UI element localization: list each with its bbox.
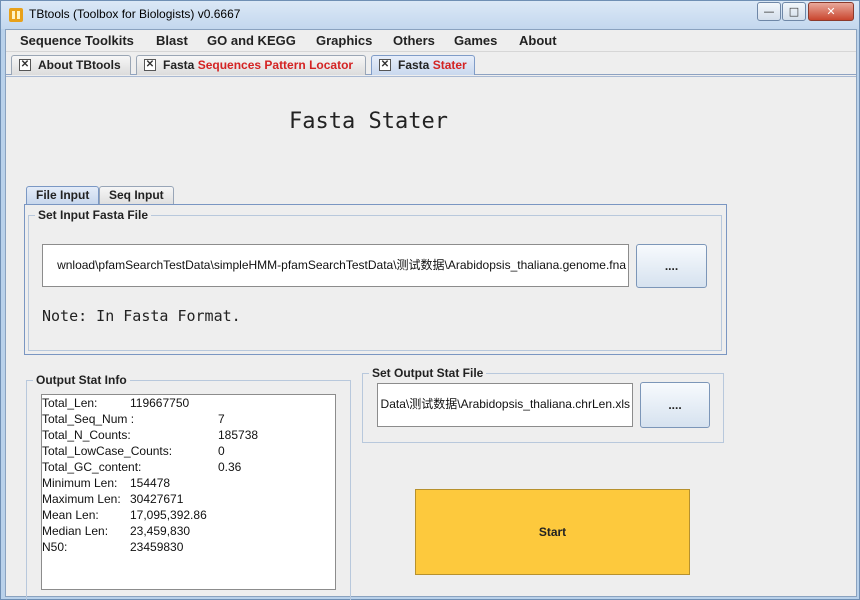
- fasta-stater-panel: Fasta Stater File Input Seq Input Set In…: [6, 76, 856, 600]
- input-fasta-group-label: Set Input Fasta File: [35, 208, 152, 222]
- tab-label: Fasta: [163, 58, 198, 72]
- stat-value: 0: [218, 444, 225, 458]
- page-title: Fasta Stater: [289, 109, 448, 134]
- tab-fasta-stater[interactable]: ✕ Fasta Stater: [371, 55, 475, 75]
- browse-output-button[interactable]: ....: [640, 382, 710, 428]
- close-window-button[interactable]: ✕: [808, 2, 854, 21]
- stat-value: 17,095,392.86: [130, 508, 207, 522]
- document-tab-strip: ✕ About TBtools ✕ Fasta Sequences Patter…: [6, 53, 856, 75]
- tab-fasta-sequences-pattern-locator[interactable]: ✕ Fasta Sequences Pattern Locator: [136, 55, 366, 75]
- maximize-button[interactable]: □: [782, 2, 806, 21]
- menu-others[interactable]: Others: [393, 33, 435, 48]
- output-stat-info-label: Output Stat Info: [33, 373, 130, 387]
- input-fasta-path-field[interactable]: wnload\pfamSearchTestData\simpleHMM-pfam…: [42, 244, 629, 287]
- title-bar[interactable]: TBtools (Toolbox for Biologists) v0.6667…: [1, 1, 859, 29]
- stat-key: Median Len:: [42, 524, 109, 538]
- stat-key: Total_N_Counts:: [42, 428, 131, 442]
- stat-row: Minimum Len: 154478: [42, 476, 332, 492]
- stat-key: Total_GC_content:: [42, 460, 142, 474]
- stat-key: N50:: [42, 540, 68, 554]
- tab-seq-input[interactable]: Seq Input: [99, 186, 174, 205]
- stat-row: Maximum Len: 30427671: [42, 492, 332, 508]
- client-area: Sequence Toolkits Blast GO and KEGG Grap…: [5, 29, 857, 600]
- stat-value: 0.36: [218, 460, 242, 474]
- tab-label: About TBtools: [38, 58, 121, 72]
- close-icon[interactable]: ✕: [379, 59, 391, 71]
- app-window: TBtools (Toolbox for Biologists) v0.6667…: [0, 0, 860, 600]
- stat-key: Total_Len:: [42, 396, 98, 410]
- menu-graphics[interactable]: Graphics: [316, 33, 372, 48]
- menu-bar: Sequence Toolkits Blast GO and KEGG Grap…: [6, 30, 856, 52]
- tab-label-highlight: Stater: [432, 58, 467, 72]
- input-fasta-path-value: wnload\pfamSearchTestData\simpleHMM-pfam…: [57, 258, 626, 272]
- tab-about-tbtools[interactable]: ✕ About TBtools: [11, 55, 131, 75]
- stat-row: Total_GC_content: 0.36: [42, 460, 332, 476]
- stat-key: Mean Len:: [42, 508, 99, 522]
- window-title: TBtools (Toolbox for Biologists) v0.6667: [29, 7, 241, 21]
- tab-label: Fasta: [398, 58, 433, 72]
- stat-key: Total_LowCase_Counts:: [42, 444, 173, 458]
- stat-output-textarea[interactable]: Total_Len: 119667750 Total_Seq_Num : 7 T…: [41, 394, 336, 590]
- stat-row: Median Len: 23,459,830: [42, 524, 332, 540]
- stat-key: Maximum Len:: [42, 492, 121, 506]
- menu-about[interactable]: About: [519, 33, 557, 48]
- stat-row: Total_N_Counts: 185738: [42, 428, 332, 444]
- stat-key: Minimum Len:: [42, 476, 118, 490]
- browse-input-button[interactable]: ....: [636, 244, 707, 288]
- stat-row: N50: 23459830: [42, 540, 332, 556]
- format-note: Note: In Fasta Format.: [42, 307, 241, 325]
- stat-value: 154478: [130, 476, 171, 490]
- minimize-button[interactable]: —: [757, 2, 781, 21]
- close-icon[interactable]: ✕: [144, 59, 156, 71]
- stat-key: Total_Seq_Num :: [42, 412, 135, 426]
- stat-row: Total_LowCase_Counts: 0: [42, 444, 332, 460]
- output-stat-path-field[interactable]: Data\测试数据\Arabidopsis_thaliana.chrLen.xl…: [377, 383, 633, 427]
- close-icon[interactable]: ✕: [19, 59, 31, 71]
- stat-row: Total_Len: 119667750: [42, 396, 332, 412]
- output-stat-file-label: Set Output Stat File: [369, 366, 487, 380]
- start-button[interactable]: Start: [415, 489, 690, 575]
- tab-label-highlight: Sequences Pattern Locator: [197, 58, 354, 72]
- stat-row: Total_Seq_Num : 7: [42, 412, 332, 428]
- output-stat-path-value: Data\测试数据\Arabidopsis_thaliana.chrLen.xl…: [380, 397, 630, 411]
- stat-value: 185738: [218, 428, 259, 442]
- stat-value: 23459830: [130, 540, 184, 554]
- stat-value: 119667750: [130, 396, 190, 410]
- tab-file-input[interactable]: File Input: [26, 186, 100, 205]
- menu-blast[interactable]: Blast: [156, 33, 188, 48]
- stat-value: 23,459,830: [130, 524, 191, 538]
- menu-go-and-kegg[interactable]: GO and KEGG: [207, 33, 296, 48]
- tbtools-app-icon: [9, 8, 23, 22]
- stat-value: 30427671: [130, 492, 184, 506]
- stat-row: Mean Len: 17,095,392.86: [42, 508, 332, 524]
- menu-sequence-toolkits[interactable]: Sequence Toolkits: [20, 33, 134, 48]
- menu-games[interactable]: Games: [454, 33, 497, 48]
- stat-value: 7: [218, 412, 225, 426]
